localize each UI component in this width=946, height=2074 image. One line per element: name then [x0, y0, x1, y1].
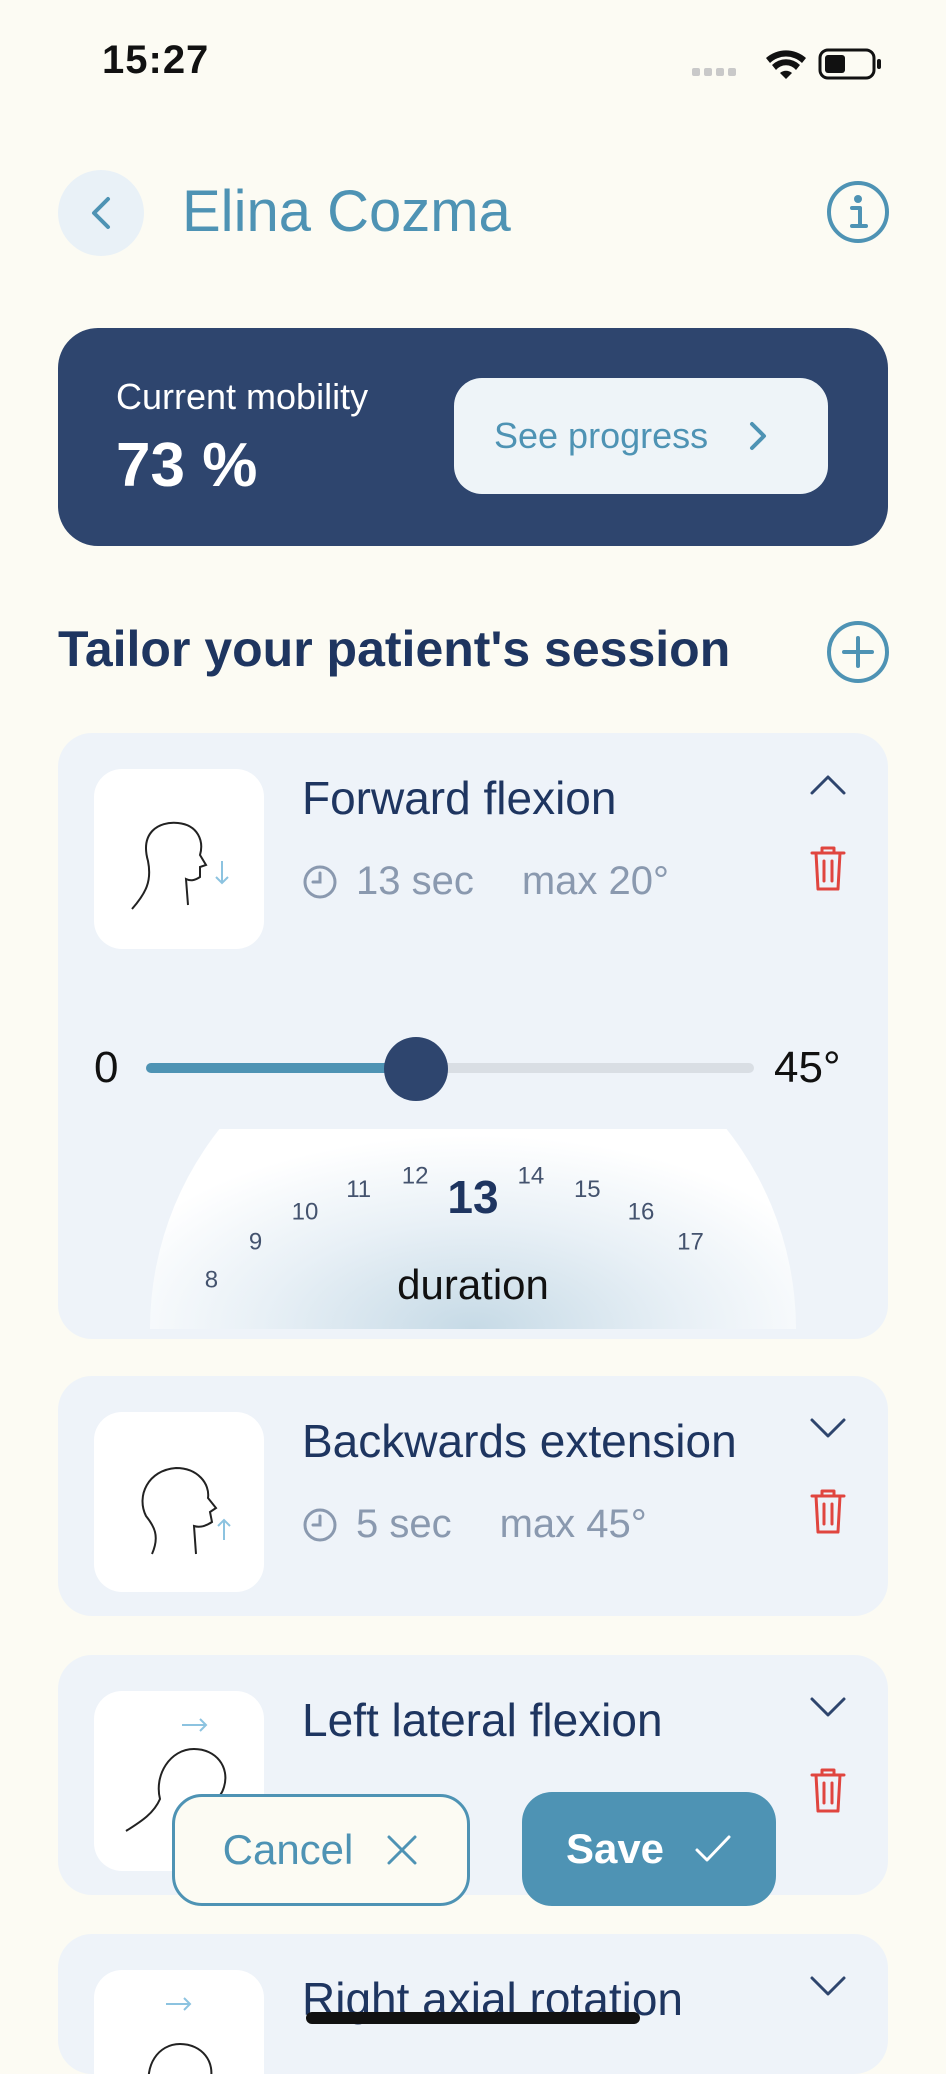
- trash-icon[interactable]: [808, 1765, 848, 1815]
- duration-dial[interactable]: 8 9 10 11 12 14 15 16 17 13 duration: [58, 1129, 888, 1329]
- exercise-card-forward-flexion: Forward flexion 13 sec max 20° 0 45° 8 9 1…: [58, 733, 888, 1339]
- angle-slider-fill: [146, 1063, 417, 1073]
- mobility-card: Current mobility 73 % See progress: [58, 328, 888, 546]
- patient-name: Elina Cozma: [182, 179, 511, 244]
- close-icon: [387, 1835, 417, 1865]
- cancel-label: Cancel: [222, 1826, 354, 1873]
- status-icons: [692, 48, 881, 80]
- dial-tick-15[interactable]: 15: [574, 1176, 601, 1203]
- cancel-button[interactable]: Cancel: [172, 1794, 470, 1906]
- chevron-right-icon: [750, 422, 767, 450]
- slider-max-label: 45°: [774, 1043, 841, 1092]
- exercise-max-angle: max 45°: [499, 1502, 647, 1546]
- exercise-card-backwards-extension: Backwards extension 5 sec max 45°: [58, 1376, 888, 1616]
- dial-tick-17[interactable]: 17: [677, 1229, 704, 1256]
- exercise-card-right-axial-rotation: Right axial rotation: [58, 1934, 888, 2074]
- checkmark-icon: [695, 1835, 731, 1862]
- exercise-meta: 13 sec max 20°: [302, 859, 669, 904]
- wifi-icon: [766, 50, 806, 79]
- exercise-duration: 13 sec: [356, 859, 474, 903]
- head-forward-flexion-icon: [131, 821, 229, 910]
- dial-tick-12[interactable]: 12: [402, 1163, 429, 1190]
- exercise-illustration: [94, 769, 264, 949]
- trash-icon[interactable]: [808, 843, 848, 893]
- status-time: 15:27: [102, 38, 210, 82]
- exercise-max-angle: max 20°: [521, 859, 670, 903]
- save-button[interactable]: Save: [522, 1792, 776, 1906]
- home-indicator: [306, 2012, 640, 2024]
- cellular-signal-icon: [692, 68, 736, 76]
- exercise-duration: 5 sec: [356, 1502, 452, 1546]
- exercise-illustration: [94, 1412, 264, 1592]
- dial-tick-16[interactable]: 16: [628, 1198, 655, 1225]
- slider-min-label: 0: [94, 1043, 119, 1092]
- dial-label: duration: [397, 1261, 549, 1308]
- save-label: Save: [565, 1825, 665, 1872]
- add-exercise-icon[interactable]: [826, 620, 890, 684]
- trash-icon[interactable]: [808, 1486, 848, 1536]
- angle-slider-thumb[interactable]: [384, 1037, 449, 1101]
- exercise-title: Left lateral flexion: [302, 1694, 663, 1746]
- clock-icon: [303, 1508, 337, 1541]
- mobility-label: Current mobility: [116, 376, 369, 417]
- battery-icon: [818, 48, 881, 80]
- dial-tick-14[interactable]: 14: [518, 1163, 545, 1190]
- back-button[interactable]: [58, 170, 144, 256]
- exercise-title: Backwards extension: [302, 1415, 737, 1467]
- chevron-down-icon[interactable]: [806, 1406, 850, 1450]
- section-title: Tailor your patient's session: [58, 621, 731, 677]
- chevron-left-icon: [92, 197, 110, 229]
- dial-tick-11[interactable]: 11: [346, 1176, 371, 1203]
- dial-tick-8[interactable]: 8: [205, 1266, 218, 1293]
- clock-icon: [303, 865, 337, 898]
- head-backwards-extension-icon: [141, 1466, 231, 1555]
- exercise-title: Forward flexion: [302, 772, 617, 824]
- chevron-down-icon[interactable]: [806, 1964, 850, 2008]
- mobility-value: 73 %: [116, 431, 258, 500]
- see-progress-label: See progress: [494, 415, 709, 456]
- chevron-up-icon[interactable]: [806, 763, 850, 807]
- dial-tick-10[interactable]: 10: [292, 1198, 319, 1225]
- dial-selected-value: 13: [447, 1171, 498, 1223]
- exercise-illustration: [94, 1970, 264, 2074]
- dial-tick-9[interactable]: 9: [249, 1229, 262, 1256]
- exercise-meta: 5 sec max 45°: [302, 1502, 647, 1547]
- see-progress-button[interactable]: See progress: [454, 378, 828, 494]
- info-icon[interactable]: [826, 180, 890, 244]
- head-axial-rotation-icon: [147, 1997, 213, 2074]
- chevron-down-icon[interactable]: [806, 1685, 850, 1729]
